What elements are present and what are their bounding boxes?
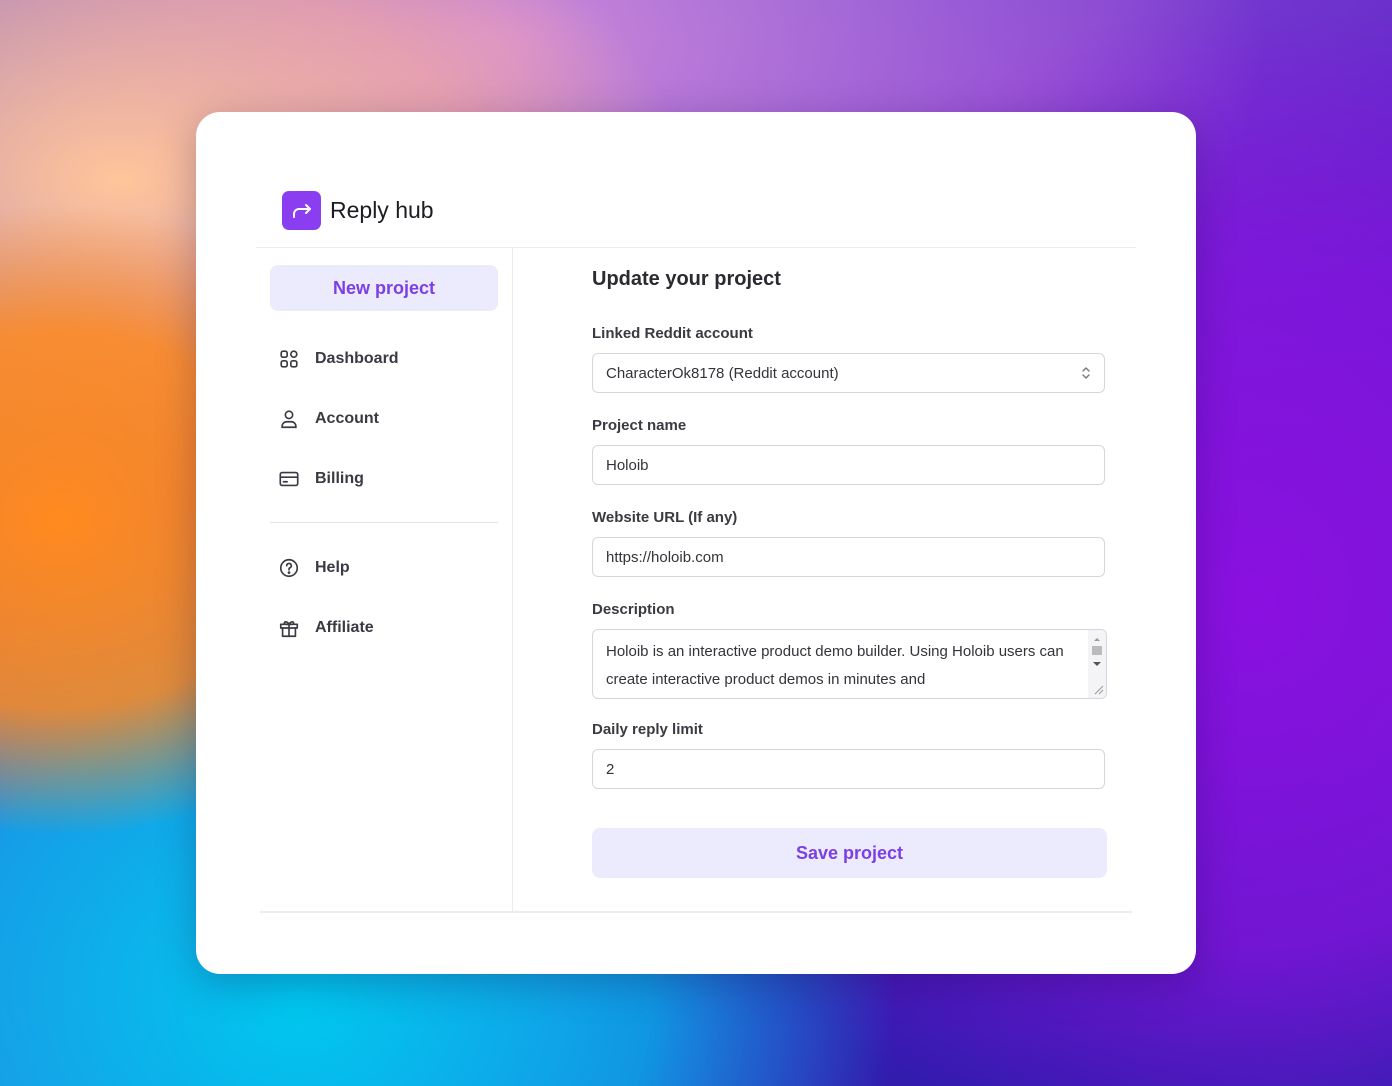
sidebar-item-billing[interactable]: Billing — [278, 468, 364, 490]
chevron-up-down-icon — [1082, 367, 1090, 379]
project-name-label: Project name — [592, 417, 687, 434]
reddit-account-value: CharacterOk8178 (Reddit account) — [606, 364, 839, 382]
reddit-account-select[interactable]: CharacterOk8178 (Reddit account) — [592, 353, 1105, 393]
sidebar-item-dashboard[interactable]: Dashboard — [278, 348, 399, 370]
app-window: Reply hub New project Dashboard Account … — [196, 112, 1196, 974]
new-project-button[interactable]: New project — [270, 265, 498, 311]
website-url-label: Website URL (If any) — [592, 509, 738, 526]
sidebar-item-affiliate[interactable]: Affiliate — [278, 617, 374, 639]
brand[interactable]: Reply hub — [282, 191, 434, 230]
credit-card-icon — [279, 471, 299, 487]
sidebar-item-account[interactable]: Account — [278, 408, 379, 430]
sidebar-item-label: Billing — [315, 470, 364, 487]
sidebar-divider — [512, 248, 513, 912]
description-scrollbar[interactable] — [1088, 630, 1106, 698]
website-url-value: https://holoib.com — [606, 548, 724, 566]
website-url-input[interactable]: https://holoib.com — [592, 537, 1105, 577]
sidebar-item-help[interactable]: Help — [278, 557, 350, 579]
app-name: Reply hub — [330, 197, 434, 223]
user-icon — [281, 410, 297, 429]
share-arrow-icon — [282, 191, 321, 230]
description-value: Holoib is an interactive product demo bu… — [606, 643, 1064, 688]
sidebar-separator — [270, 522, 498, 523]
page-title: Update your project — [592, 268, 781, 290]
sidebar-item-label: Help — [315, 559, 350, 576]
daily-limit-label: Daily reply limit — [592, 721, 703, 738]
reddit-account-label: Linked Reddit account — [592, 325, 753, 342]
footer-divider — [260, 911, 1132, 913]
gift-icon — [279, 621, 299, 638]
sidebar-item-label: Account — [315, 410, 379, 427]
sidebar-item-label: Affiliate — [315, 619, 374, 636]
header-divider — [256, 247, 1136, 248]
grid-icon — [280, 350, 298, 368]
daily-limit-input[interactable]: 2 — [592, 749, 1105, 789]
description-label: Description — [592, 601, 675, 618]
sidebar-item-label: Dashboard — [315, 350, 399, 367]
help-circle-icon — [279, 558, 299, 578]
description-textarea[interactable]: Holoib is an interactive product demo bu… — [592, 629, 1107, 699]
scroll-arrows-icon — [1092, 638, 1104, 695]
save-project-button[interactable]: Save project — [592, 828, 1107, 878]
project-name-input[interactable]: Holoib — [592, 445, 1105, 485]
daily-limit-value: 2 — [606, 760, 615, 778]
project-name-value: Holoib — [606, 456, 649, 474]
